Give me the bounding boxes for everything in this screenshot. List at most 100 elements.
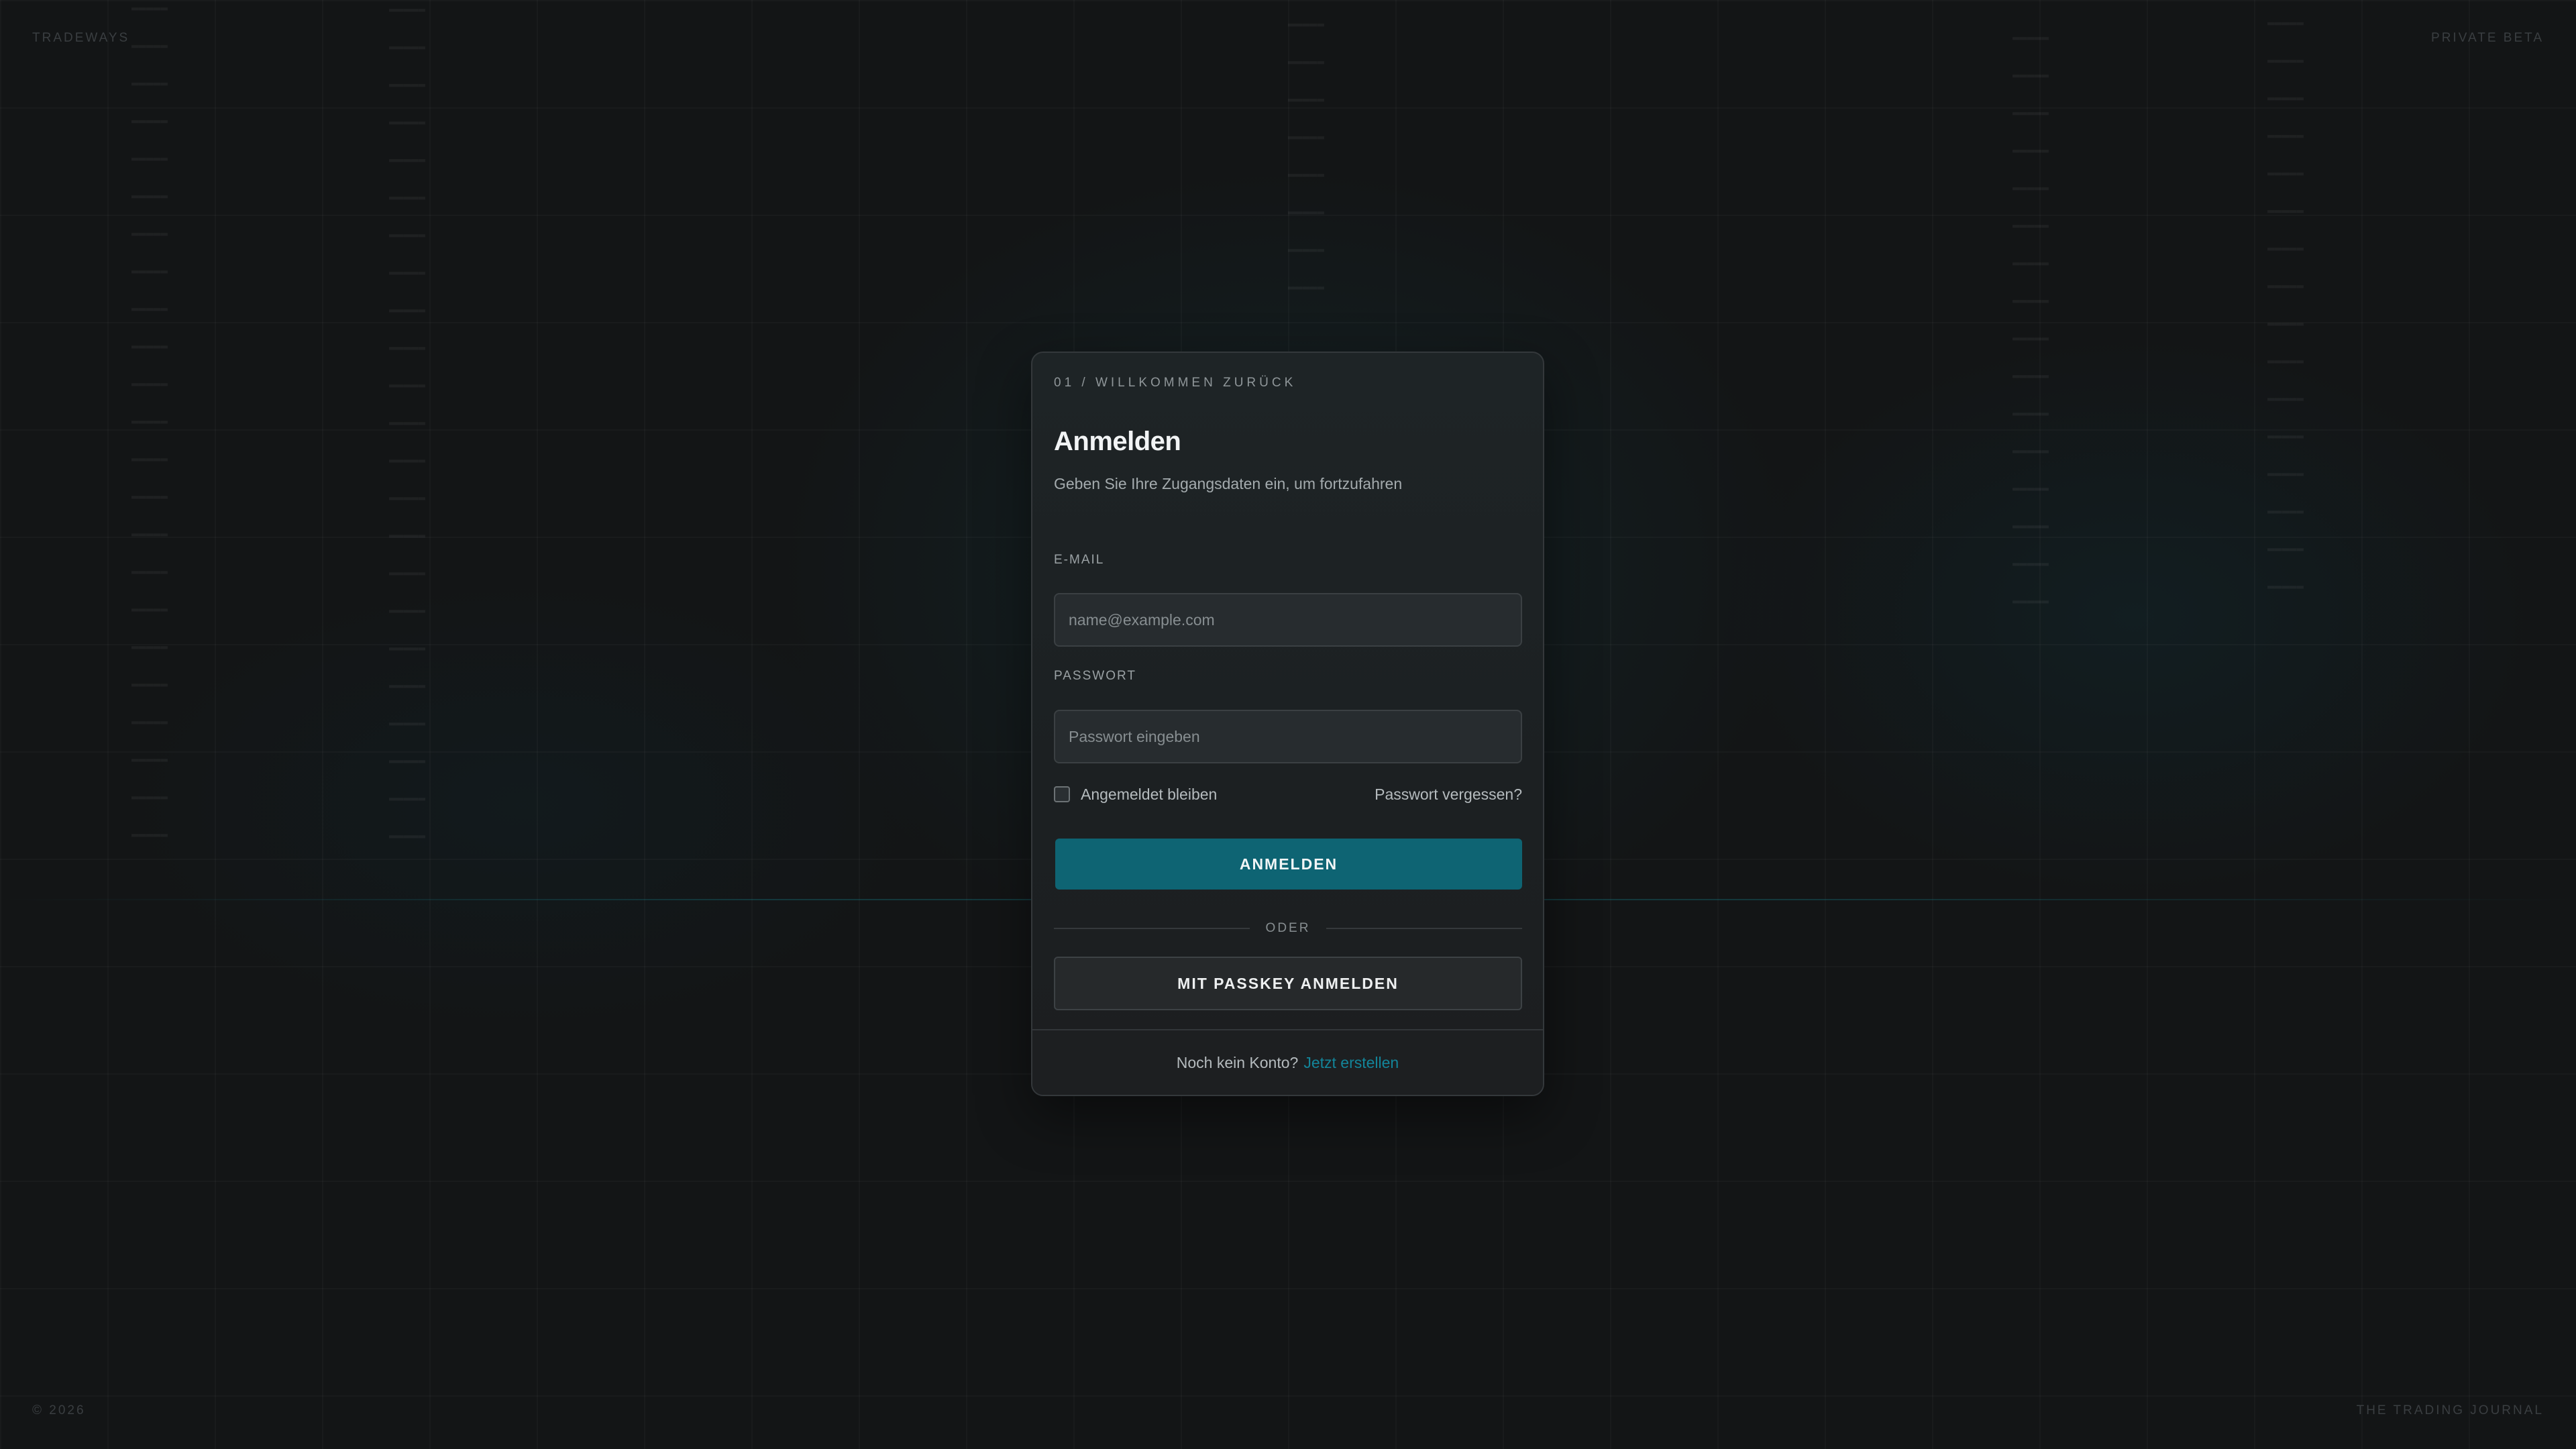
background-ticker-column: ▬▬▬▬▬ ▬▬▬▬▬ ▬▬▬▬▬ ▬▬▬▬▬ ▬▬▬▬▬ ▬▬▬▬▬ ▬▬▬▬▬ ▬▬▬▬▬…: [2267, 4, 2304, 605]
background-ticker-glyph: ▬▬▬▬▬: [131, 452, 168, 466]
background-ticker-glyph: ▬▬▬▬▬: [2012, 594, 2049, 608]
sign-in-button[interactable]: ANMELDEN: [1055, 839, 1522, 890]
background-ticker-glyph: ▬▬▬▬▬: [131, 415, 168, 428]
background-ticker-glyph: ▬▬▬▬▬: [131, 640, 168, 653]
background-ticker-glyph: ▬▬▬▬▬: [2267, 542, 2304, 555]
background-ticker-column: ▬▬▬▬▬ ▬▬▬▬▬ ▬▬▬▬▬ ▬▬▬▬▬ ▬▬▬▬▬ ▬▬▬▬▬ ▬▬▬▬▬ ▬▬▬▬▬…: [131, 0, 168, 853]
background-ticker-glyph: ▬▬▬▬▬: [389, 679, 426, 692]
card-footer: Noch kein Konto? Jetzt erstellen: [1032, 1029, 1543, 1095]
background-ticker-glyph: ▬▬▬▬▬: [1288, 93, 1325, 106]
step-eyebrow: 01 / WILLKOMMEN ZURÜCK: [1054, 376, 1297, 390]
background-ticker-glyph: ▬▬▬▬▬: [2267, 241, 2304, 255]
passkey-sign-in-button[interactable]: MIT PASSKEY ANMELDEN: [1054, 957, 1522, 1010]
background-ticker-glyph: ▬▬▬▬▬: [131, 189, 168, 203]
background-ticker-glyph: ▬▬▬▬▬: [2012, 557, 2049, 570]
background-ticker-glyph: ▬▬▬▬▬: [389, 641, 426, 655]
background-ticker-glyph: ▬▬▬▬▬: [389, 754, 426, 767]
background-ticker-glyph: ▬▬▬▬▬: [2012, 144, 2049, 157]
background-ticker-glyph: ▬▬▬▬▬: [389, 529, 426, 542]
background-ticker-glyph: ▬▬▬▬▬: [1288, 205, 1325, 219]
background-ticker-glyph: ▬▬▬▬▬: [389, 378, 426, 392]
background-ticker-glyph: ▬▬▬▬▬: [2267, 467, 2304, 480]
background-ticker-glyph: ▬▬▬▬▬: [131, 152, 168, 165]
background-ticker-glyph: ▬▬▬▬▬: [131, 76, 168, 90]
background-ticker-glyph: ▬▬▬▬▬: [389, 303, 426, 317]
remember-me-toggle[interactable]: Angemeldet bleiben: [1054, 786, 1217, 804]
background-ticker-glyph: ▬▬▬▬▬: [2012, 407, 2049, 420]
background-ticker-glyph: ▬▬▬▬▬: [131, 602, 168, 616]
background-ticker-glyph: ▬▬▬▬▬: [389, 416, 426, 429]
background-ticker-glyph: ▬▬▬▬▬: [389, 604, 426, 617]
background-ticker-glyph: ▬▬▬▬▬: [131, 790, 168, 804]
brand-wordmark: TRADEWAYS: [32, 31, 130, 45]
copyright-text: © 2026: [32, 1403, 86, 1417]
tagline-text: THE TRADING JOURNAL: [2356, 1403, 2544, 1417]
background-ticker-glyph: ▬▬▬▬▬: [2267, 504, 2304, 518]
background-ticker-glyph: ▬▬▬▬▬: [1288, 55, 1325, 68]
background-ticker-glyph: ▬▬▬▬▬: [131, 490, 168, 503]
background-ticker-glyph: ▬▬▬▬▬: [2267, 54, 2304, 67]
background-ticker-glyph: ▬▬▬▬▬: [2012, 219, 2049, 232]
background-ticker-glyph: ▬▬▬▬▬: [2012, 106, 2049, 119]
or-divider: ODER: [1054, 920, 1522, 936]
background-ticker-glyph: ▬▬▬▬▬: [2267, 16, 2304, 30]
background-ticker-glyph: ▬▬▬▬▬: [131, 264, 168, 278]
background-ticker-glyph: ▬▬▬▬▬: [2012, 181, 2049, 195]
background-ticker-glyph: ▬▬▬▬▬: [2012, 256, 2049, 270]
background-ticker-glyph: ▬▬▬▬▬: [389, 453, 426, 467]
background-ticker-glyph: ▬▬▬▬▬: [389, 78, 426, 91]
background-ticker-glyph: ▬▬▬▬▬: [131, 753, 168, 766]
background-ticker-column: ▬▬▬▬▬ ▬▬▬▬▬ ▬▬▬▬▬ ▬▬▬▬▬ ▬▬▬▬▬ ▬▬▬▬▬ ▬▬▬▬▬ ▬▬▬▬▬…: [389, 0, 425, 855]
background-ticker-glyph: ▬▬▬▬▬: [389, 566, 426, 580]
password-label: PASSWORT: [1054, 669, 1136, 683]
background-ticker-glyph: ▬▬▬▬▬: [2267, 429, 2304, 443]
background-ticker-glyph: ▬▬▬▬▬: [2012, 294, 2049, 307]
background-ticker-glyph: ▬▬▬▬▬: [389, 3, 426, 16]
divider-label: ODER: [1265, 921, 1311, 935]
background-ticker-glyph: ▬▬▬▬▬: [131, 1, 168, 15]
remember-me-checkbox[interactable]: [1054, 786, 1070, 802]
background-ticker-glyph: ▬▬▬▬▬: [389, 491, 426, 504]
background-ticker-glyph: ▬▬▬▬▬: [389, 115, 426, 129]
background-ticker-glyph: ▬▬▬▬▬: [389, 341, 426, 354]
background-ticker-glyph: ▬▬▬▬▬: [131, 302, 168, 315]
beta-badge: PRIVATE BETA: [2431, 31, 2544, 45]
page-title: Anmelden: [1054, 427, 1181, 456]
background-ticker-glyph: ▬▬▬▬▬: [1288, 243, 1325, 256]
background-ticker-glyph: ▬▬▬▬▬: [2267, 129, 2304, 142]
background-ticker-glyph: ▬▬▬▬▬: [1288, 280, 1325, 294]
password-field[interactable]: [1054, 710, 1522, 763]
background-ticker-glyph: ▬▬▬▬▬: [2012, 482, 2049, 495]
login-options-row: Angemeldet bleiben Passwort vergessen?: [1054, 782, 1522, 806]
background-ticker-column: ▬▬▬▬▬ ▬▬▬▬▬ ▬▬▬▬▬ ▬▬▬▬▬ ▬▬▬▬▬ ▬▬▬▬▬ ▬▬▬▬▬ ▬▬▬▬▬…: [2012, 19, 2049, 620]
background-ticker-glyph: ▬▬▬▬▬: [2012, 519, 2049, 533]
background-ticker-glyph: ▬▬▬▬▬: [389, 266, 426, 279]
background-ticker-glyph: ▬▬▬▬▬: [389, 792, 426, 805]
remember-me-label: Angemeldet bleiben: [1081, 785, 1218, 803]
background-ticker-glyph: ▬▬▬▬▬: [131, 828, 168, 841]
divider-line: [1054, 928, 1250, 929]
background-ticker-glyph: ▬▬▬▬▬: [389, 153, 426, 166]
background-ticker-glyph: ▬▬▬▬▬: [2267, 354, 2304, 368]
background-ticker-glyph: ▬▬▬▬▬: [1288, 168, 1325, 181]
background-ticker-glyph: ▬▬▬▬▬: [131, 527, 168, 541]
background-ticker-glyph: ▬▬▬▬▬: [2267, 580, 2304, 593]
background-ticker-glyph: ▬▬▬▬▬: [2267, 392, 2304, 405]
background-ticker-glyph: ▬▬▬▬▬: [131, 114, 168, 127]
email-field[interactable]: [1054, 593, 1522, 647]
background-ticker-glyph: ▬▬▬▬▬: [389, 829, 426, 843]
background-ticker-glyph: ▬▬▬▬▬: [389, 228, 426, 241]
background-ticker-glyph: ▬▬▬▬▬: [131, 678, 168, 691]
forgot-password-link[interactable]: Passwort vergessen?: [1375, 786, 1522, 804]
background-ticker-glyph: ▬▬▬▬▬: [1288, 17, 1325, 31]
divider-line: [1326, 928, 1522, 929]
background-ticker-glyph: ▬▬▬▬▬: [2267, 204, 2304, 217]
background-ticker-glyph: ▬▬▬▬▬: [2012, 444, 2049, 458]
create-account-link[interactable]: Jetzt erstellen: [1303, 1054, 1399, 1072]
background-ticker-glyph: ▬▬▬▬▬: [2012, 68, 2049, 82]
background-ticker-glyph: ▬▬▬▬▬: [131, 565, 168, 578]
background-ticker-glyph: ▬▬▬▬▬: [2267, 279, 2304, 292]
background-ticker-glyph: ▬▬▬▬▬: [131, 339, 168, 353]
login-card: 01 / WILLKOMMEN ZURÜCK Anmelden Geben Si…: [1031, 352, 1544, 1096]
background-ticker-glyph: ▬▬▬▬▬: [2267, 91, 2304, 105]
